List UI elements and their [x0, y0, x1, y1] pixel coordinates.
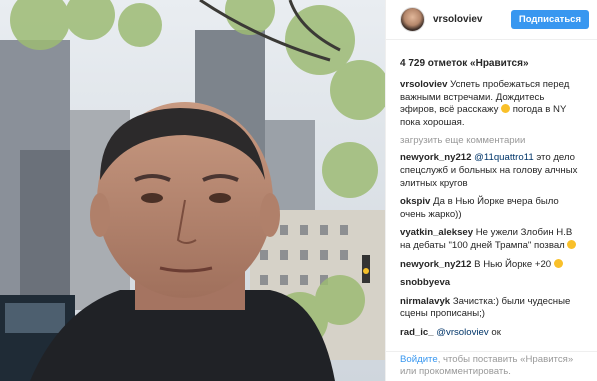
smile-emoji-icon — [501, 104, 511, 114]
comment-username[interactable]: rad_ic_ — [400, 327, 434, 338]
comment-text: В Нью Йорке +20 — [474, 258, 552, 270]
post-dialog: vrsoloviev Подписаться 4 729 отметок «Нр… — [0, 0, 597, 381]
comment-item: nirmalavyk Зачистка:) были чудесные сцен… — [400, 296, 583, 321]
login-prompt: Войдите, чтобы поставить «Нравится» или … — [386, 351, 597, 381]
comment-username[interactable]: newyork_ny212 — [400, 259, 471, 270]
comment-mention[interactable]: @11quattro11 — [474, 152, 534, 163]
comment-item: rad_ic_ @vrsoloviev ок — [400, 327, 583, 340]
follow-button[interactable]: Подписаться — [510, 10, 589, 29]
post-username[interactable]: vrsoloviev — [433, 14, 511, 25]
login-link[interactable]: Войдите — [400, 354, 438, 365]
comment-mention[interactable]: @vrsoloviev — [436, 327, 488, 338]
comment-username[interactable]: okspiv — [400, 196, 430, 207]
post-header: vrsoloviev Подписаться — [386, 0, 597, 40]
laugh-emoji-icon — [567, 239, 577, 249]
load-more-comments-link[interactable]: загрузить еще комментарии — [400, 135, 583, 146]
comment-item: newyork_ny212 В Нью Йорке +20 — [400, 258, 583, 272]
comment-username[interactable]: snobbyeva — [400, 277, 450, 288]
post-side-panel: vrsoloviev Подписаться 4 729 отметок «Нр… — [385, 0, 597, 381]
comment-username[interactable]: vyatkin_aleksey — [400, 227, 473, 238]
avatar[interactable] — [400, 7, 425, 32]
comment-item: okspiv Да в Нью Йорке вчера было очень ж… — [400, 196, 583, 221]
likes-count[interactable]: 4 729 отметок «Нравится» — [386, 40, 597, 69]
sun-emoji-icon — [553, 258, 563, 268]
post-photo[interactable] — [0, 0, 385, 381]
comment-text: ок — [491, 326, 501, 338]
comment-item: newyork_ny212 @11quattro11 это дело спец… — [400, 152, 583, 190]
selfie-image — [0, 0, 385, 381]
comment-username[interactable]: newyork_ny212 — [400, 152, 471, 163]
comment-item: snobbyeva — [400, 277, 583, 290]
comment-item: vyatkin_aleksey Не ужели Злобин Н.В на д… — [400, 227, 583, 252]
caption: vrsoloviev Успеть пробежаться перед важн… — [400, 79, 583, 129]
caption-username[interactable]: vrsoloviev — [400, 79, 447, 90]
comments-list[interactable]: vrsoloviev Успеть пробежаться перед важн… — [386, 69, 597, 351]
comment-username[interactable]: nirmalavyk — [400, 296, 450, 307]
